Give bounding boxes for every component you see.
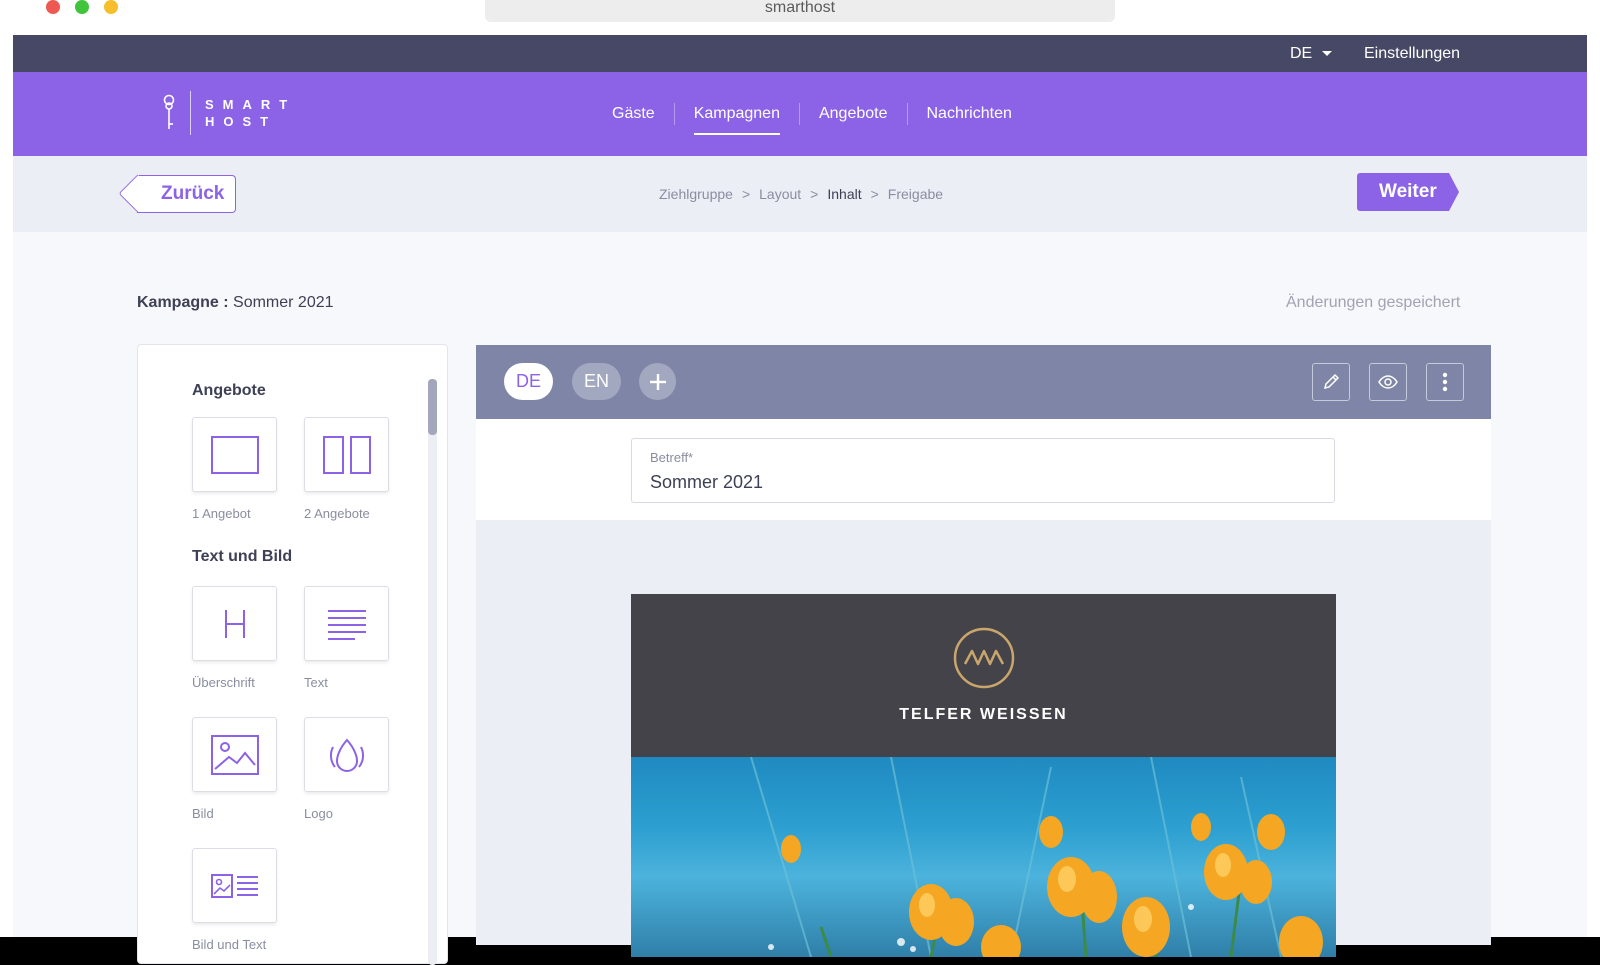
block-label: Logo xyxy=(304,806,333,821)
subject-label: Betreff* xyxy=(650,450,694,465)
edit-button[interactable] xyxy=(1312,363,1350,401)
email-editor: DE EN Betreff* Sommer 2021 TELFER WEISSE… xyxy=(476,345,1491,957)
logo-icon xyxy=(329,737,364,772)
breadcrumb-separator: > xyxy=(741,186,751,202)
maximize-window-button[interactable] xyxy=(75,0,89,14)
breadcrumb-step-inhalt[interactable]: Inhalt xyxy=(827,186,861,202)
block-label: Bild und Text xyxy=(192,937,267,952)
text-icon xyxy=(327,609,366,640)
single-offer-icon xyxy=(210,435,259,474)
palette-scrollbar[interactable] xyxy=(428,379,437,965)
block-2-angebote[interactable] xyxy=(304,417,389,492)
preview-icon xyxy=(1378,375,1398,389)
hotel-name: TELFER WEISSEN xyxy=(899,706,1068,723)
breadcrumb: Ziehlgruppe > Layout > Inhalt > Freigabe xyxy=(659,156,943,232)
email-preview[interactable]: TELFER WEISSEN xyxy=(631,594,1336,957)
back-button-label: Zurück xyxy=(161,183,225,204)
nav-item-kampagnen[interactable]: Kampagnen xyxy=(673,103,799,135)
breadcrumb-step-freigabe[interactable]: Freigabe xyxy=(888,186,943,202)
subject-value: Sommer 2021 xyxy=(650,472,764,492)
block-1-angebot[interactable] xyxy=(192,417,277,492)
editor-toolbar: DE EN xyxy=(476,345,1491,419)
step-bar: Zurück Ziehlgruppe > Layout > Inhalt > Freigab… xyxy=(13,156,1587,232)
subject-input[interactable]: Betreff* Sommer 2021 xyxy=(631,438,1335,503)
content-area: Kampagne : Sommer 2021 Änderungen gespei… xyxy=(13,232,1587,965)
window-edge xyxy=(1587,35,1600,937)
logo-wordmark: SMART HOST xyxy=(205,96,296,130)
language-tab-de[interactable]: DE xyxy=(504,363,553,400)
block-text[interactable] xyxy=(304,586,389,661)
more-icon xyxy=(1442,372,1448,392)
language-select-value: DE xyxy=(1290,45,1313,62)
nav-item-gaeste[interactable]: Gäste xyxy=(593,103,674,125)
address-bar[interactable]: smarthost xyxy=(485,0,1115,22)
poppy-flowers-image xyxy=(750,757,1323,957)
preview-button[interactable] xyxy=(1369,363,1407,401)
section-title-text-und-bild: Text und Bild xyxy=(192,548,293,565)
email-hero-image[interactable] xyxy=(631,757,1336,957)
hotel-logo-mark xyxy=(953,627,1015,689)
more-options-button[interactable] xyxy=(1426,363,1464,401)
save-status: Änderungen gespeichert xyxy=(1286,294,1461,311)
block-label: Bild xyxy=(192,806,214,821)
main-navbar: SMART HOST Gäste Kampagnen Angebote Nach… xyxy=(13,72,1587,156)
block-bild[interactable] xyxy=(192,717,277,792)
minimize-window-button[interactable] xyxy=(104,0,118,14)
block-label: 2 Angebote xyxy=(304,506,370,521)
caret-down-icon xyxy=(1322,51,1333,57)
email-header-block[interactable]: TELFER WEISSEN xyxy=(631,594,1336,757)
top-bar: DE Einstellungen xyxy=(13,35,1587,72)
campaign-title: Kampagne : Sommer 2021 xyxy=(137,294,334,312)
heading-icon xyxy=(224,609,245,638)
edit-icon xyxy=(1323,373,1340,390)
logo-line-2: HOST xyxy=(205,114,278,129)
nav-item-angebote[interactable]: Angebote xyxy=(798,103,907,125)
breadcrumb-separator: > xyxy=(810,186,819,202)
language-select[interactable]: DE xyxy=(1290,35,1333,72)
block-bild-und-text[interactable] xyxy=(192,848,277,923)
logo-divider xyxy=(190,91,191,135)
key-icon xyxy=(163,94,175,129)
image-text-icon xyxy=(210,873,258,898)
back-button[interactable]: Zurück xyxy=(137,175,236,213)
plus-icon xyxy=(649,373,666,390)
nav-item-nachrichten[interactable]: Nachrichten xyxy=(906,103,1031,125)
block-label: Text xyxy=(304,675,328,690)
block-label: 1 Angebot xyxy=(192,506,251,521)
smarthost-logo[interactable]: SMART HOST xyxy=(158,89,296,137)
campaign-label: Kampagne : xyxy=(137,294,229,311)
browser-titlebar: smarthost xyxy=(0,0,1600,35)
browser-window: smarthost DE Einstellungen SMART HOST Gä… xyxy=(0,0,1600,965)
image-icon xyxy=(210,734,259,775)
main-nav: Gäste Kampagnen Angebote Nachrichten xyxy=(593,72,1031,156)
breadcrumb-separator: > xyxy=(870,186,879,202)
breadcrumb-step-layout[interactable]: Layout xyxy=(759,186,801,202)
block-ueberschrift[interactable] xyxy=(192,586,277,661)
settings-link[interactable]: Einstellungen xyxy=(1364,35,1460,72)
section-title-angebote: Angebote xyxy=(192,382,266,399)
app: DE Einstellungen SMART HOST Gäste Kampag… xyxy=(13,35,1587,965)
palette-scrollbar-thumb[interactable] xyxy=(428,379,437,435)
close-window-button[interactable] xyxy=(46,0,60,14)
subject-area: Betreff* Sommer 2021 xyxy=(476,419,1491,520)
add-language-button[interactable] xyxy=(639,363,676,400)
language-tab-en[interactable]: EN xyxy=(572,363,621,400)
logo-line-1: SMART xyxy=(205,97,297,112)
block-logo[interactable] xyxy=(304,717,389,792)
double-offer-icon xyxy=(322,435,371,474)
block-label: Überschrift xyxy=(192,675,255,690)
block-palette: Angebote 1 Angebot 2 Angebote Text und B… xyxy=(137,344,448,965)
breadcrumb-step-zielgruppe[interactable]: Ziehlgruppe xyxy=(659,186,733,202)
next-button[interactable]: Weiter xyxy=(1357,173,1459,211)
campaign-name: Sommer 2021 xyxy=(233,294,334,311)
